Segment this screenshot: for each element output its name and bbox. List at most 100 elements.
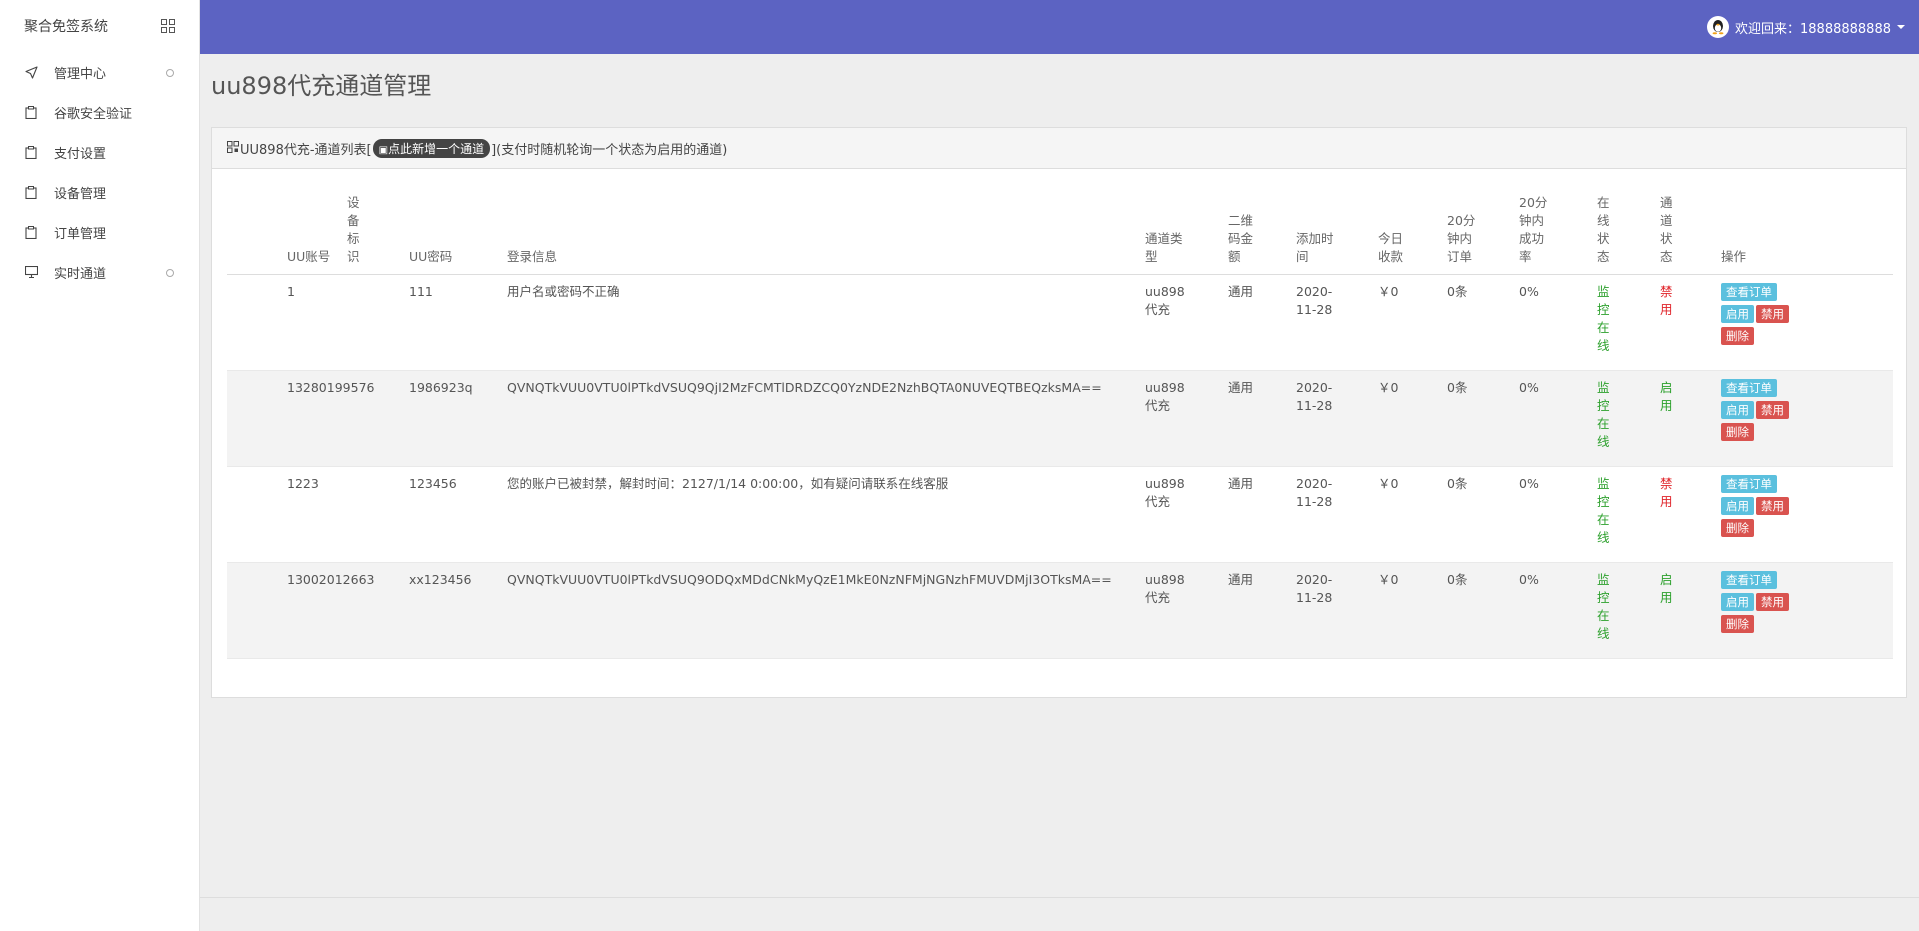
col-device-id: 设备标识 [347,194,409,275]
enable-button[interactable]: 启用 [1721,593,1754,611]
cell-today: ￥0 [1378,274,1447,371]
cell-orders: 0条 [1447,562,1519,659]
cell-date-text: 2020-11-28 [1296,284,1333,317]
panel-heading-prefix: UU898代充-通道列表[ [240,142,372,158]
cell-rate: 0% [1519,466,1597,563]
qrcode-icon [227,140,239,156]
cell-status: 禁用 [1660,466,1721,563]
sidebar-item-4[interactable]: 设备管理 [0,172,199,212]
enable-button[interactable]: 启用 [1721,305,1754,323]
table-row: 13002012663 xx123456 QVNQTkVUU0VTU0lPTkdVS… [227,562,1893,659]
cell-account: 1223 [227,466,347,563]
cell-password: xx123456 [409,562,507,659]
action-group: 查看订单启用 禁用 删除 [1721,475,1893,537]
channel-status: 启用 [1660,572,1673,605]
disable-button[interactable]: 禁用 [1756,593,1789,611]
cell-password: 111 [409,274,507,371]
sidebar-item-6[interactable]: 实时通道 [0,252,199,292]
user-greeting: 欢迎回来：18888888888 [1735,21,1891,37]
avatar-icon [1707,16,1730,38]
cell-date-text: 2020-11-28 [1296,476,1333,509]
top-bar: 欢迎回来：18888888888 [200,0,1919,54]
channel-status: 禁用 [1660,284,1673,317]
col-orders-20min-label: 20分钟内订单 [1447,213,1476,264]
cell-type-text: uu898代充 [1145,572,1185,605]
view-orders-button[interactable]: 查看订单 [1721,283,1777,301]
sidebar-item-2[interactable]: 谷歌安全验证 [0,92,199,132]
action-group: 查看订单启用 禁用 删除 [1721,571,1893,633]
monitor-icon [24,265,38,279]
sidebar-nav: 管理中心谷歌安全验证 支付设置设备管理订单管理 实时通道 [0,52,199,292]
col-orders-20min: 20分钟内订单 [1447,194,1519,275]
col-uu-account: UU账号 [227,194,347,275]
col-login-info: 登录信息 [507,194,1145,275]
sidebar-item-3[interactable]: 支付设置 [0,132,199,172]
enable-button[interactable]: 启用 [1721,401,1754,419]
view-orders-button[interactable]: 查看订单 [1721,379,1777,397]
col-channel-status: 通道状态 [1660,194,1721,275]
sidebar-item-label: 谷歌安全验证 [54,106,133,122]
cell-actions: 查看订单启用 禁用 删除 [1721,562,1893,659]
cell-type: uu898代充 [1145,466,1228,563]
enable-button[interactable]: 启用 [1721,497,1754,515]
sidebar-item-1[interactable]: 管理中心 [0,52,199,92]
view-orders-button[interactable]: 查看订单 [1721,475,1777,493]
disable-button[interactable]: 禁用 [1756,497,1789,515]
cell-amount: 通用 [1228,370,1296,467]
channel-status: 禁用 [1660,476,1673,509]
col-channel-type: 通道类型 [1145,194,1228,275]
clipboard-icon [24,105,38,119]
channel-panel: UU898代充-通道列表[ ▣点此新增一个通道 ](支付时随机轮询一个状态为启用… [211,127,1907,698]
sidebar: 聚合免签系统 管理中心谷歌安全验证 支付设置设备管理订单管理 实时通道 [0,0,200,931]
disable-button[interactable]: 禁用 [1756,401,1789,419]
view-orders-button[interactable]: 查看订单 [1721,571,1777,589]
cell-actions: 查看订单启用 禁用 删除 [1721,274,1893,371]
table-row: 1 111 用户名或密码不正确 uu898代充 通用 2020-11-28 ￥0 0条 0% 监控… [227,274,1893,371]
col-added-time: 添加时间 [1296,194,1378,275]
cell-account: 1 [227,274,347,371]
add-channel-label: 点此新增一个通道 [388,141,485,156]
cell-password: 1986923q [409,370,507,467]
cell-date: 2020-11-28 [1296,466,1378,563]
user-menu[interactable]: 欢迎回来：18888888888 [1707,16,1905,38]
delete-button[interactable]: 删除 [1721,615,1754,633]
clipboard-icon [24,145,38,159]
cell-type: uu898代充 [1145,370,1228,467]
col-device-id-label: 设备标识 [347,195,360,264]
col-today-income-label: 今日收款 [1378,231,1404,264]
col-today-income: 今日收款 [1378,194,1447,275]
sidebar-item-5[interactable]: 订单管理 [0,212,199,252]
cell-status: 禁用 [1660,274,1721,371]
cell-online: 监控在线 [1597,466,1660,563]
cell-login-info: 您的账户已被封禁，解封时间：2127/1/14 0:00:00，如有疑问请联系在… [507,466,1145,563]
sidebar-item-label: 管理中心 [54,66,107,82]
grid-icon[interactable] [161,19,175,33]
brand: 聚合免签系统 [0,0,199,52]
delete-button[interactable]: 删除 [1721,327,1754,345]
table-body: 1 111 用户名或密码不正确 uu898代充 通用 2020-11-28 ￥0 0条 0% 监控… [227,274,1893,659]
col-channel-type-label: 通道类型 [1145,231,1183,264]
cell-orders: 0条 [1447,274,1519,371]
table-row: 1223 123456 您的账户已被封禁，解封时间：2127/1/14 0:00:0… [227,466,1893,563]
online-status: 监控在线 [1597,476,1610,545]
col-online-status-label: 在线状态 [1597,195,1610,264]
action-group: 查看订单启用 禁用 删除 [1721,379,1893,441]
col-uu-password: UU密码 [409,194,507,275]
sidebar-item-label: 支付设置 [54,146,107,162]
brand-title: 聚合免签系统 [24,19,108,35]
cell-account: 13002012663 [227,562,374,659]
cell-type: uu898代充 [1145,562,1228,659]
col-added-time-label: 添加时间 [1296,231,1334,264]
delete-button[interactable]: 删除 [1721,519,1754,537]
add-channel-button[interactable]: ▣点此新增一个通道 [372,138,491,158]
cell-rate: 0% [1519,370,1597,467]
delete-button[interactable]: 删除 [1721,423,1754,441]
disable-button[interactable]: 禁用 [1756,305,1789,323]
table-row: 13280199576 1986923q QVNQTkVUU0VTU0lPTkdVS… [227,370,1893,467]
cell-date: 2020-11-28 [1296,562,1378,659]
sidebar-item-label: 设备管理 [54,186,107,202]
col-rate-20min-label: 20分钟内成功率 [1519,195,1548,264]
cell-login-info: 用户名或密码不正确 [507,274,1145,371]
cell-login-info: QVNQTkVUU0VTU0lPTkdVSUQ9ODQxMDdCNkMyQzE1… [507,562,1145,659]
cell-date: 2020-11-28 [1296,274,1378,371]
